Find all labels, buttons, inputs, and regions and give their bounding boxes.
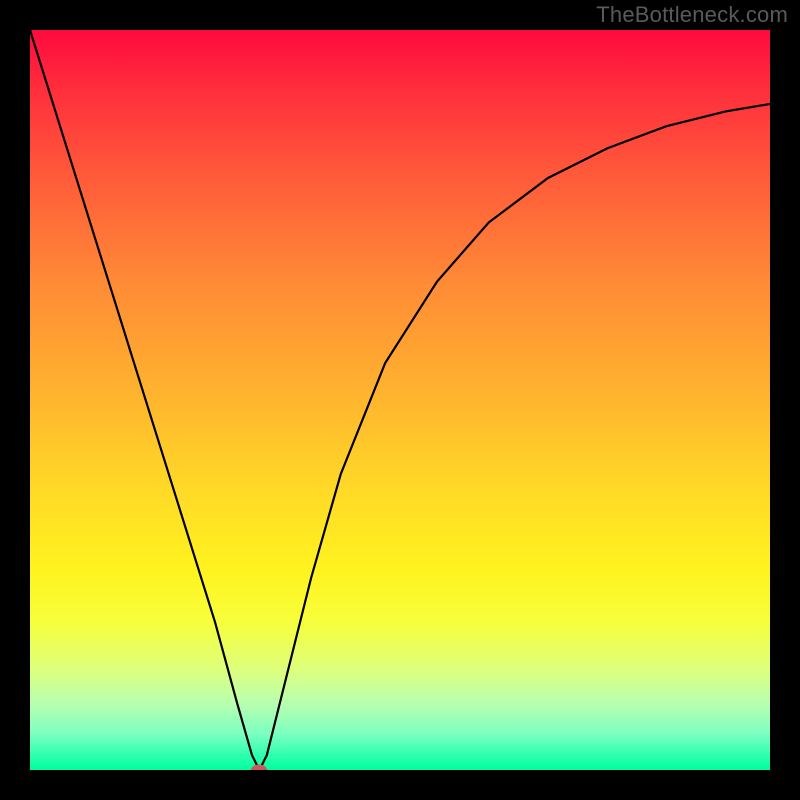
watermark-text: TheBottleneck.com <box>596 2 788 28</box>
optimum-marker <box>251 765 267 771</box>
plot-area <box>30 30 770 770</box>
chart-frame: TheBottleneck.com <box>0 0 800 800</box>
bottleneck-curve <box>30 30 770 770</box>
